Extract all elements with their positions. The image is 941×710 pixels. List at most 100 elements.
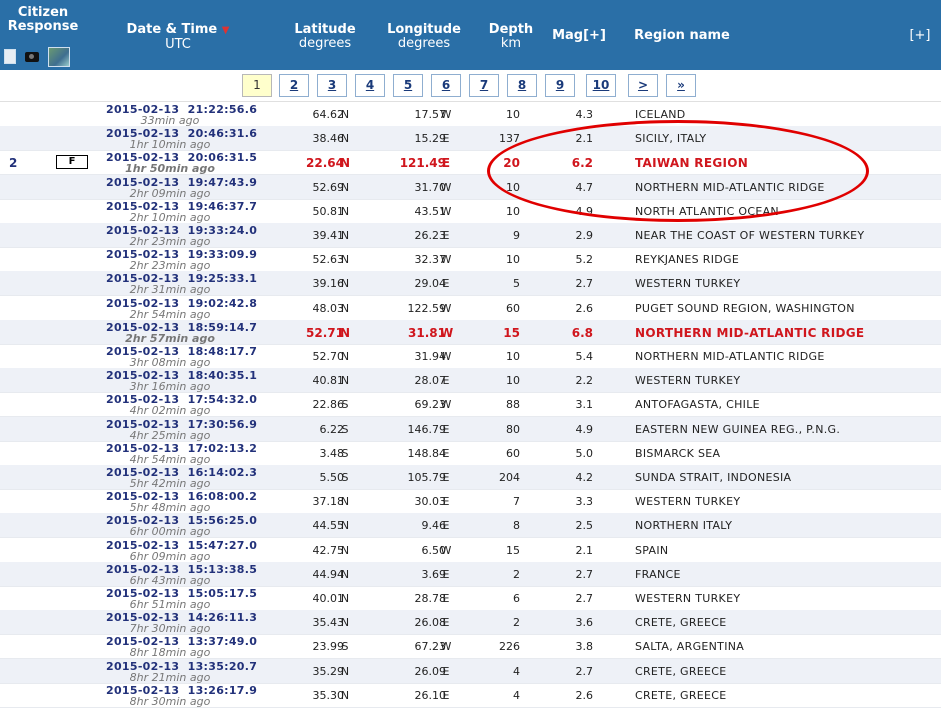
table-row[interactable]: 2015-02-13 15:13:38.5 6hr 43min ago 44.94 N… bbox=[0, 561, 941, 587]
region-name[interactable]: REYKJANES RIDGE bbox=[635, 253, 739, 266]
region-name[interactable]: WESTERN TURKEY bbox=[635, 495, 740, 508]
latitude-value: 6.22 bbox=[319, 422, 345, 436]
latitude-header[interactable]: Latitude degrees bbox=[290, 23, 360, 51]
document-icon[interactable] bbox=[4, 49, 16, 64]
table-row[interactable]: 2015-02-13 18:59:14.7 2hr 57min ago 52.71 N… bbox=[0, 319, 941, 345]
magnitude-header[interactable]: Mag[+] bbox=[552, 29, 606, 43]
table-row[interactable]: 2015-02-13 19:33:24.0 2hr 23min ago 39.41 N… bbox=[0, 223, 941, 248]
page-next[interactable]: > bbox=[628, 74, 658, 97]
table-row[interactable]: 2015-02-13 16:08:00.2 5hr 48min ago 37.18 N… bbox=[0, 489, 941, 515]
region-name[interactable]: ICELAND bbox=[635, 108, 686, 121]
region-name[interactable]: ANTOFAGASTA, CHILE bbox=[635, 398, 760, 411]
table-row[interactable]: 2015-02-13 18:48:17.7 3hr 08min ago 52.70 N… bbox=[0, 344, 941, 369]
page-link-2[interactable]: 2 bbox=[279, 74, 309, 97]
latitude-hemisphere: N bbox=[340, 543, 350, 557]
region-name[interactable]: NEAR THE COAST OF WESTERN TURKEY bbox=[635, 229, 864, 242]
response-count[interactable]: 2 bbox=[9, 156, 17, 170]
latitude-label[interactable]: Latitude bbox=[294, 22, 355, 37]
page-last[interactable]: » bbox=[666, 74, 696, 97]
table-row[interactable]: 2015-02-13 17:02:13.2 4hr 54min ago 3.48 S 1… bbox=[0, 441, 941, 466]
table-row[interactable]: 2015-02-13 13:35:20.7 8hr 21min ago 35.29 N… bbox=[0, 658, 941, 684]
table-row[interactable]: 2015-02-13 19:47:43.9 2hr 09min ago 52.69 N… bbox=[0, 174, 941, 200]
longitude-value: 3.69 bbox=[421, 567, 447, 581]
region-name[interactable]: SICILY, ITALY bbox=[635, 132, 706, 145]
longitude-label[interactable]: Longitude bbox=[387, 22, 461, 37]
table-row[interactable]: 2015-02-13 19:02:42.8 2hr 54min ago 48.03 N… bbox=[0, 296, 941, 321]
region-name[interactable]: TAIWAN REGION bbox=[635, 156, 748, 170]
table-row[interactable]: 2015-02-13 21:22:56.6 33min ago 64.62 N 17.5… bbox=[0, 102, 941, 127]
longitude-value: 9.46 bbox=[421, 519, 447, 533]
page-link-6[interactable]: 6 bbox=[431, 74, 461, 97]
page-link-4[interactable]: 4 bbox=[355, 74, 385, 97]
depth-unit: km bbox=[500, 36, 522, 51]
sort-descending-icon[interactable]: ▼ bbox=[222, 25, 230, 36]
page-link-10[interactable]: 10 bbox=[586, 74, 616, 97]
depth-label[interactable]: Depth bbox=[489, 22, 533, 37]
longitude-hemisphere: E bbox=[442, 229, 450, 242]
region-name[interactable]: NORTHERN MID-ATLANTIC RIDGE bbox=[635, 326, 864, 340]
region-name[interactable]: PUGET SOUND REGION, WASHINGTON bbox=[635, 302, 855, 315]
region-name[interactable]: SALTA, ARGENTINA bbox=[635, 640, 744, 653]
felt-report-button[interactable]: F bbox=[56, 155, 88, 170]
date-time-header[interactable]: Date & Time ▼ UTC bbox=[118, 23, 238, 52]
page-link-8[interactable]: 8 bbox=[507, 74, 537, 97]
table-row[interactable]: 2015-02-13 13:37:49.0 8hr 18min ago 23.99 S… bbox=[0, 634, 941, 660]
page-link-5[interactable]: 5 bbox=[393, 74, 423, 97]
region-name-header[interactable]: Region name bbox=[622, 29, 742, 43]
latitude-value: 22.86 bbox=[312, 398, 345, 412]
latitude-value: 52.69 bbox=[312, 180, 345, 194]
region-name[interactable]: WESTERN TURKEY bbox=[635, 592, 740, 605]
depth-value: 10 bbox=[506, 374, 520, 388]
table-row[interactable]: 2015-02-13 15:47:27.0 6hr 09min ago 42.75 N… bbox=[0, 538, 941, 563]
table-row[interactable]: 2015-02-13 17:54:32.0 4hr 02min ago 22.86 S… bbox=[0, 392, 941, 418]
depth-value: 4 bbox=[513, 664, 520, 678]
region-name[interactable]: NORTHERN ITALY bbox=[635, 519, 732, 532]
date-time-label[interactable]: Date & Time bbox=[127, 22, 218, 37]
region-name[interactable]: CRETE, GREECE bbox=[635, 616, 727, 629]
page-link-7[interactable]: 7 bbox=[469, 74, 499, 97]
table-row[interactable]: 2015-02-13 19:25:33.1 2hr 31min ago 39.16 N… bbox=[0, 271, 941, 297]
table-row[interactable]: 2015-02-13 15:56:25.0 6hr 00min ago 44.55 N… bbox=[0, 513, 941, 539]
depth-header[interactable]: Depth km bbox=[485, 23, 537, 51]
region-name[interactable]: BISMARCK SEA bbox=[635, 447, 720, 460]
longitude-value: 26.09 bbox=[414, 664, 447, 678]
time-ago: 2hr 57min ago bbox=[125, 331, 215, 345]
table-row[interactable]: 2 2015-02-13 20:06:31.5 1hr 50min ago 22.64… bbox=[0, 150, 941, 176]
longitude-hemisphere: E bbox=[442, 688, 450, 702]
page-link-9[interactable]: 9 bbox=[545, 74, 575, 97]
region-name[interactable]: EASTERN NEW GUINEA REG., P.N.G. bbox=[635, 423, 840, 436]
citizen-response-header: Citizen Response bbox=[7, 5, 79, 34]
table-row[interactable]: 2015-02-13 16:14:02.3 5hr 42min ago 5.50 S 1… bbox=[0, 465, 941, 490]
latitude-value: 52.71 bbox=[306, 325, 344, 340]
table-row[interactable]: 2015-02-13 15:05:17.5 6hr 51min ago 40.01 N… bbox=[0, 586, 941, 611]
depth-value: 80 bbox=[506, 422, 520, 436]
region-name[interactable]: FRANCE bbox=[635, 568, 681, 581]
region-name[interactable]: SPAIN bbox=[635, 544, 668, 557]
time-ago: 2hr 10min ago bbox=[129, 210, 211, 224]
camera-icon[interactable] bbox=[25, 51, 40, 62]
table-row[interactable]: 2015-02-13 19:33:09.9 2hr 23min ago 52.63 N… bbox=[0, 247, 941, 273]
table-row[interactable]: 2015-02-13 18:40:35.1 3hr 16min ago 40.81 N… bbox=[0, 368, 941, 394]
table-row[interactable]: 2015-02-13 17:30:56.9 4hr 25min ago 6.22 S 1… bbox=[0, 416, 941, 442]
region-name[interactable]: NORTHERN MID-ATLANTIC RIDGE bbox=[635, 350, 825, 363]
region-name[interactable]: CRETE, GREECE bbox=[635, 689, 727, 702]
photo-thumbnail-icon[interactable] bbox=[48, 46, 71, 67]
table-row[interactable]: 2015-02-13 13:26:17.9 8hr 30min ago 35.30 N… bbox=[0, 683, 941, 708]
region-name[interactable]: CRETE, GREECE bbox=[635, 665, 727, 678]
table-row[interactable]: 2015-02-13 14:26:11.3 7hr 30min ago 35.43 N… bbox=[0, 610, 941, 636]
region-name[interactable]: WESTERN TURKEY bbox=[635, 374, 740, 387]
table-row[interactable]: 2015-02-13 19:46:37.7 2hr 10min ago 50.81 N… bbox=[0, 199, 941, 224]
longitude-hemisphere: W bbox=[440, 640, 452, 654]
region-name[interactable]: WESTERN TURKEY bbox=[635, 277, 740, 290]
longitude-header[interactable]: Longitude degrees bbox=[385, 23, 463, 51]
magnitude-value: 2.1 bbox=[575, 543, 594, 557]
page-link-3[interactable]: 3 bbox=[317, 74, 347, 97]
region-name[interactable]: NORTH ATLANTIC OCEAN bbox=[635, 205, 779, 218]
region-name[interactable]: SUNDA STRAIT, INDONESIA bbox=[635, 471, 791, 484]
time-ago: 4hr 54min ago bbox=[129, 452, 211, 466]
magnitude-value: 4.9 bbox=[575, 422, 594, 436]
latitude-value: 44.55 bbox=[312, 519, 345, 533]
region-name[interactable]: NORTHERN MID-ATLANTIC RIDGE bbox=[635, 181, 825, 194]
expand-columns-button[interactable]: [+] bbox=[900, 29, 940, 43]
table-row[interactable]: 2015-02-13 20:46:31.6 1hr 10min ago 38.46 N… bbox=[0, 126, 941, 152]
